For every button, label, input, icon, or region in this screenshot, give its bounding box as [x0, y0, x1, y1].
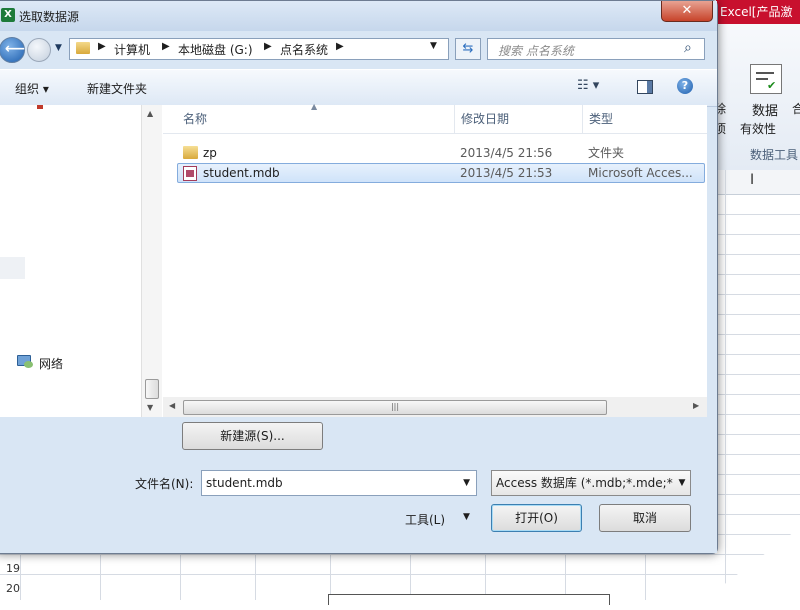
scroll-thumb[interactable]: [145, 379, 159, 399]
ribbon-group-label: 数据工具: [750, 148, 799, 162]
filetype-value: Access 数据库 (*.mdb;*.mde;*: [496, 476, 673, 490]
data-validation-label[interactable]: 数据: [752, 100, 778, 119]
breadcrumb-separator-icon[interactable]: ▶: [264, 41, 272, 52]
refresh-icon[interactable]: ⇆: [455, 38, 481, 60]
forward-button[interactable]: [27, 38, 51, 62]
breadcrumb-computer[interactable]: 计算机: [114, 41, 150, 58]
file-list-horizontal-scrollbar[interactable]: ◀ ||| ▶: [163, 397, 707, 417]
nav-item-highlight[interactable]: [0, 257, 25, 279]
excel-ribbon: 除 项 ✔ 数据 有效性 合 数据工具: [714, 24, 800, 171]
preview-pane-icon[interactable]: [637, 80, 653, 94]
filename-dropdown-icon[interactable]: ▼: [463, 471, 470, 495]
network-icon: [17, 355, 33, 369]
new-source-button[interactable]: 新建源(S)...: [182, 422, 323, 450]
excel-app-icon: X: [1, 8, 15, 22]
file-name: student.mdb: [203, 166, 280, 180]
filename-input[interactable]: student.mdb ▼: [201, 470, 477, 496]
help-icon[interactable]: ?: [677, 78, 693, 94]
sort-ascending-icon: ▲: [311, 102, 318, 111]
search-input[interactable]: 搜索 点名系统 ⌕: [487, 38, 705, 60]
breadcrumb-separator-icon: ▶: [98, 41, 106, 52]
scroll-up-icon[interactable]: ▲: [147, 109, 153, 118]
excel-title-bar: Excel[产品激: [716, 0, 800, 24]
column-headers: 名称 ▲ 修改日期 类型: [163, 102, 707, 134]
file-list-pane[interactable]: 名称 ▲ 修改日期 类型 zp 2013/4/5 21:56 文件夹 stude…: [163, 102, 707, 417]
row-number: 19: [6, 562, 20, 575]
navigation-scrollbar[interactable]: ▲ ▼: [141, 105, 162, 417]
command-toolbar: 组织 ▾ 新建文件夹 ☷ ▾ ?: [0, 69, 717, 107]
text-cursor-icon: I: [750, 172, 755, 188]
row-number: 20: [6, 582, 20, 595]
filetype-select[interactable]: Access 数据库 (*.mdb;*.mde;* ▼: [491, 470, 691, 496]
scroll-thumb[interactable]: |||: [183, 400, 607, 415]
column-header-date[interactable]: 修改日期: [455, 105, 583, 133]
back-button[interactable]: ⟵: [0, 37, 25, 63]
filename-label: 文件名(N):: [135, 477, 194, 491]
file-date: 2013/4/5 21:53: [460, 166, 553, 180]
cancel-button[interactable]: 取消: [599, 504, 691, 532]
file-type: Microsoft Acces...: [588, 166, 693, 180]
address-dropdown-icon[interactable]: ▼: [430, 41, 437, 51]
dialog-footer: 新建源(S)... 文件名(N): student.mdb ▼ Access 数…: [0, 417, 717, 553]
file-row-folder[interactable]: zp 2013/4/5 21:56 文件夹: [177, 143, 705, 163]
folder-icon: [183, 146, 198, 159]
new-folder-button[interactable]: 新建文件夹: [87, 80, 147, 97]
file-name: zp: [203, 146, 217, 160]
file-date: 2013/4/5 21:56: [460, 146, 553, 160]
scroll-right-icon[interactable]: ▶: [693, 401, 699, 410]
breadcrumb-separator-icon[interactable]: ▶: [336, 41, 344, 52]
breadcrumb-drive[interactable]: 本地磁盘 (G:): [178, 41, 253, 58]
organize-menu[interactable]: 组织 ▾: [15, 80, 49, 97]
search-icon[interactable]: ⌕: [684, 40, 692, 56]
data-validation-icon[interactable]: ✔: [750, 64, 782, 94]
select-data-source-dialog: X 选取数据源 ✕ ⟵ ▼ ▶ 计算机 ▶ 本地磁盘 (G:) ▶ 点名系统 ▶…: [0, 0, 718, 554]
nav-item-marker: [37, 105, 43, 109]
recent-locations-dropdown[interactable]: ▼: [55, 43, 62, 53]
dialog-title-bar: X 选取数据源 ✕: [0, 1, 717, 31]
navigation-pane[interactable]: 网络: [0, 105, 164, 417]
close-button[interactable]: ✕: [661, 1, 713, 22]
breadcrumb-folder[interactable]: 点名系统: [280, 41, 328, 58]
nav-item-network[interactable]: 网络: [39, 355, 63, 372]
open-button[interactable]: 打开(O): [491, 504, 582, 532]
data-validation-label-2[interactable]: 有效性: [740, 120, 776, 137]
filetype-dropdown-icon[interactable]: ▼: [674, 471, 690, 495]
breadcrumb-separator-icon[interactable]: ▶: [162, 41, 170, 52]
ribbon-right-fragment: 合: [792, 102, 800, 116]
view-options-icon[interactable]: ☷ ▾: [577, 78, 599, 93]
file-type: 文件夹: [588, 146, 625, 160]
tools-menu[interactable]: 工具(L): [405, 511, 445, 528]
tools-dropdown-icon[interactable]: ▼: [463, 512, 470, 522]
scroll-left-icon[interactable]: ◀: [169, 401, 175, 410]
filename-value: student.mdb: [206, 476, 283, 490]
folder-icon: [76, 42, 90, 54]
column-header-type[interactable]: 类型: [583, 105, 707, 133]
search-placeholder: 搜索 点名系统: [498, 44, 574, 58]
dialog-title: 选取数据源: [19, 10, 80, 24]
scroll-down-icon[interactable]: ▼: [147, 403, 153, 412]
address-bar[interactable]: ▶ 计算机 ▶ 本地磁盘 (G:) ▶ 点名系统 ▶ ▼: [69, 38, 449, 60]
access-file-icon: [183, 166, 197, 181]
file-row-selected[interactable]: student.mdb 2013/4/5 21:53 Microsoft Acc…: [177, 163, 705, 183]
